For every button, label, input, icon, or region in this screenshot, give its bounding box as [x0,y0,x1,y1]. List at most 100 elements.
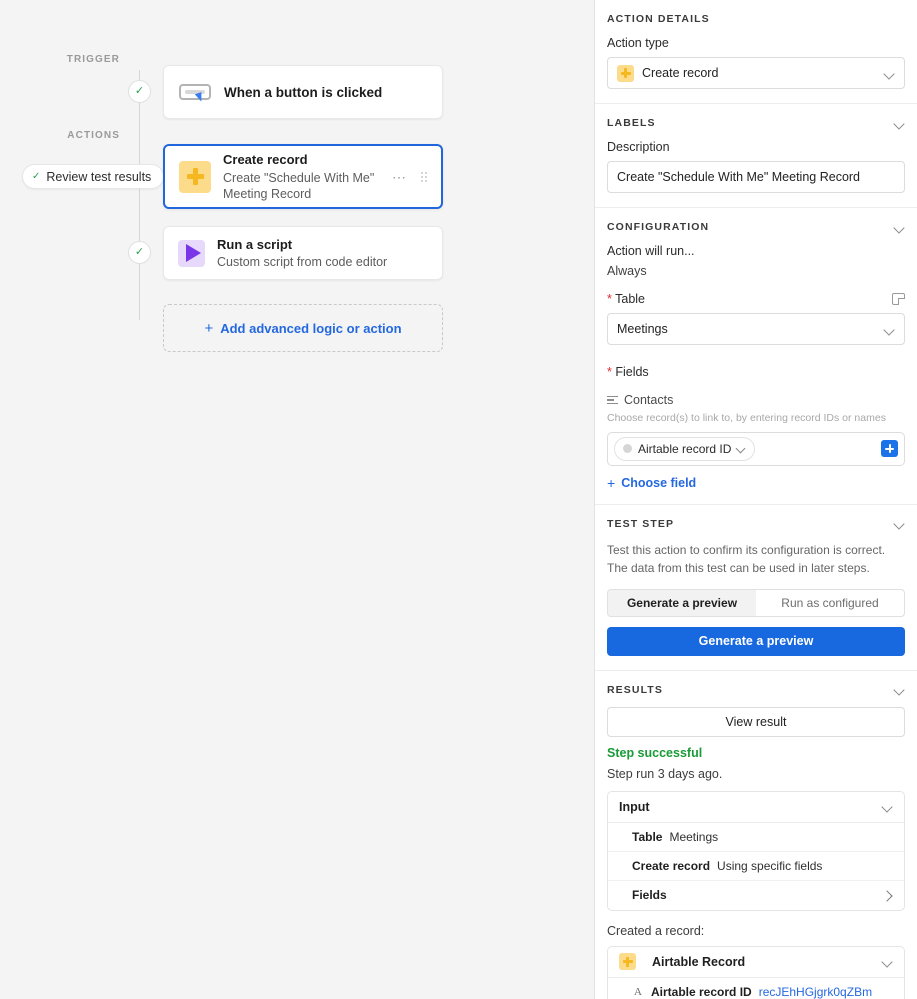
row-key: Create record [632,858,711,873]
table-label: Table [607,292,645,306]
run-condition-label: Action will run... [607,244,695,258]
section-configuration: CONFIGURATION Action will run... Always … [595,208,917,505]
subfield-name: Contacts [624,393,674,407]
chevron-down-icon [882,801,893,812]
chevron-down-icon [884,324,895,335]
input-accordion-header[interactable]: Input [608,792,904,823]
chevron-down-icon [882,956,893,967]
rail-label-trigger: TRIGGER [66,54,120,65]
review-test-results-label: Review test results [46,169,152,184]
review-test-results-button[interactable]: ✓ Review test results [22,164,165,189]
created-record-accordion: Airtable Record A Airtable record ID rec… [607,945,905,999]
flow-card-subtitle: Custom script from code editor [217,255,388,270]
section-title: TEST STEP [607,517,675,530]
more-options-icon[interactable]: ⋯ [392,170,407,184]
created-record-label: Created a record: [607,923,705,938]
section-title: ACTION DETAILS [607,13,710,25]
check-icon: ✓ [32,170,41,182]
action-type-select[interactable]: Create record [607,57,905,89]
test-mode-toggle: Generate a preview Run as configured [607,588,905,617]
section-action-details: ACTION DETAILS Action type Create record [595,0,917,104]
row-key: Fields [632,888,667,903]
drag-handle-icon[interactable] [421,171,427,182]
token-label: Airtable record ID [638,441,732,456]
contacts-value-input[interactable]: Airtable record ID [607,431,905,466]
table-row-fields[interactable]: Fields [608,881,904,910]
plus-icon: + [607,474,616,491]
flow-card-text: Run a script Custom script from code edi… [217,236,428,271]
flow-card-text: When a button is clicked [224,85,428,100]
check-icon: ✓ [134,246,145,258]
trigger-status-check: ✓ [128,80,151,103]
section-header[interactable]: TEST STEP [607,518,905,530]
test-step-description: Test this action to confirm its configur… [607,542,886,575]
chevron-down-icon [884,68,895,79]
section-results: RESULTS View result Step successful Step… [595,671,917,999]
flow-panel: TRIGGER ACTIONS ✓ ✓ ✓ Review test result… [0,0,595,999]
script-status-check: ✓ [128,241,151,264]
chevron-down-icon[interactable] [894,222,905,233]
section-header[interactable]: RESULTS [607,684,905,696]
flow-card-title: Run a script [217,236,293,252]
description-input[interactable]: Create "Schedule With Me" Meeting Record [607,161,905,193]
description-label: Description [607,140,670,154]
description-value: Create "Schedule With Me" Meeting Record [617,170,861,184]
flow-card-subtitle: Create "Schedule With Me" Meeting Record [223,170,375,201]
add-advanced-logic-label: Add advanced logic or action [220,320,402,336]
fields-label: Fields [607,365,905,379]
add-advanced-logic-button[interactable]: + Add advanced logic or action [163,304,443,352]
table-value: Meetings [617,322,668,336]
chevron-right-icon [882,890,893,901]
add-token-button[interactable] [881,440,898,458]
chevron-down-icon[interactable] [894,118,905,129]
run-timestamp: Step run 3 days ago. [607,766,723,781]
plus-icon [619,953,636,971]
run-test-button[interactable]: Generate a preview [607,626,905,656]
table-row: Create record Using specific fields [608,852,904,881]
input-accordion: Input Table Meetings Create record Using… [607,790,905,911]
table-field-header: Table [607,292,905,306]
flow-card-run-script[interactable]: Run a script Custom script from code edi… [163,226,443,280]
text-field-icon: A [634,985,642,998]
expand-icon[interactable] [892,293,905,305]
choose-field-label: Choose field [621,475,697,490]
plus-icon [179,160,211,193]
action-details-panel: ACTION DETAILS Action type Create record… [595,0,917,999]
subfield-contacts-header: Contacts [607,393,905,407]
automation-editor: TRIGGER ACTIONS ✓ ✓ ✓ Review test result… [0,0,917,999]
plus-icon [617,64,634,82]
action-type-value: Create record [642,66,719,80]
table-row: Table Meetings [608,823,904,852]
flow-rail-line [139,70,140,320]
row-key: Airtable record ID [651,984,752,999]
row-value: Meetings [669,829,719,844]
flow-card-text: Create record Create "Schedule With Me" … [223,151,392,202]
flow-card-title: Create record [223,151,308,167]
flow-card-trigger[interactable]: When a button is clicked [163,65,443,119]
chevron-down-icon [737,444,746,453]
tab-generate-preview[interactable]: Generate a preview [608,589,756,616]
section-header: ACTION DETAILS [607,13,905,25]
flow-card-create-record[interactable]: Create record Create "Schedule With Me" … [163,144,443,209]
rail-label-actions: ACTIONS [67,130,120,141]
tab-run-as-configured[interactable]: Run as configured [756,590,904,616]
created-record-title: Airtable Record [652,954,746,969]
row-value[interactable]: recJEhHGjgrk0qZBm [759,985,872,999]
row-key: Table [632,829,663,844]
created-record-header[interactable]: Airtable Record [608,947,904,978]
subfield-helper-text: Choose record(s) to link to, by entering… [607,412,886,424]
table-row: A Airtable record ID recJEhHGjgrk0qZBm [608,978,904,999]
table-select[interactable]: Meetings [607,313,905,345]
token-airtable-record-id[interactable]: Airtable record ID [614,436,756,461]
view-result-button[interactable]: View result [607,706,905,737]
status-badge: Step successful [607,745,703,760]
section-header[interactable]: CONFIGURATION [607,221,905,233]
choose-field-button[interactable]: + Choose field [607,476,905,490]
action-type-label: Action type [607,36,669,50]
chevron-down-icon[interactable] [894,518,905,529]
token-dot-icon [623,444,632,454]
section-title: CONFIGURATION [607,221,710,233]
run-condition-value: Always [607,264,647,278]
section-header[interactable]: LABELS [607,117,905,129]
chevron-down-icon[interactable] [894,684,905,695]
